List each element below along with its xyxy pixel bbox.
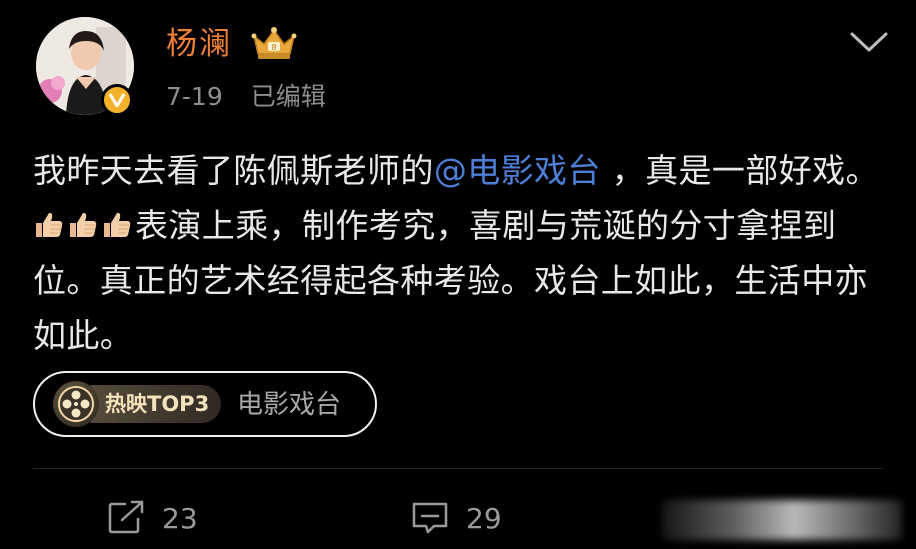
verified-badge-icon bbox=[101, 84, 133, 116]
repost-count: 23 bbox=[162, 501, 198, 535]
thumbs-up-icon bbox=[36, 212, 63, 237]
repost-button[interactable]: 23 bbox=[106, 498, 198, 538]
post-text-part: ，真是一部好戏。 bbox=[600, 151, 879, 190]
vip-crown-icon: 8 bbox=[251, 27, 297, 59]
post-text: 我昨天去看了陈佩斯老师的@电影戏台 ，真是一部好戏。 表演上乘，制作考究，喜剧与… bbox=[33, 143, 893, 363]
thumbs-up-icon bbox=[70, 212, 97, 237]
post-date: 7-19 bbox=[166, 82, 223, 111]
repost-icon bbox=[108, 500, 144, 534]
mention-link[interactable]: @电影戏台 bbox=[434, 151, 601, 190]
movie-tag-label: 电影戏台 bbox=[237, 390, 342, 420]
comment-icon bbox=[412, 502, 448, 534]
movie-tag-chip[interactable]: 热映TOP3 电影戏台 bbox=[33, 371, 377, 437]
post-text-part: 表演上乘，制作考究，喜剧与荒诞的分寸拿捏到位。真正的艺术经得起各种考验。戏台上如… bbox=[33, 206, 868, 355]
comment-button[interactable]: 29 bbox=[410, 498, 502, 538]
thumbs-up-icon bbox=[104, 212, 131, 237]
post-text-part: 我昨天去看了陈佩斯老师的 bbox=[33, 151, 434, 190]
action-divider bbox=[33, 468, 883, 469]
comment-count: 29 bbox=[466, 501, 502, 535]
film-reel-icon bbox=[53, 381, 99, 427]
username[interactable]: 杨澜 bbox=[166, 22, 232, 66]
edited-label[interactable]: 已编辑 bbox=[251, 82, 326, 111]
weibo-post-card: 杨澜 8 7-19 已编辑 我昨天去看了陈佩斯老师的@电影戏台 ，真是一部好戏。… bbox=[0, 0, 916, 549]
blurred-like-area[interactable] bbox=[662, 500, 902, 540]
svg-text:8: 8 bbox=[271, 43, 276, 52]
post-meta: 7-19 已编辑 bbox=[166, 80, 326, 114]
chevron-down-icon[interactable] bbox=[846, 26, 892, 56]
